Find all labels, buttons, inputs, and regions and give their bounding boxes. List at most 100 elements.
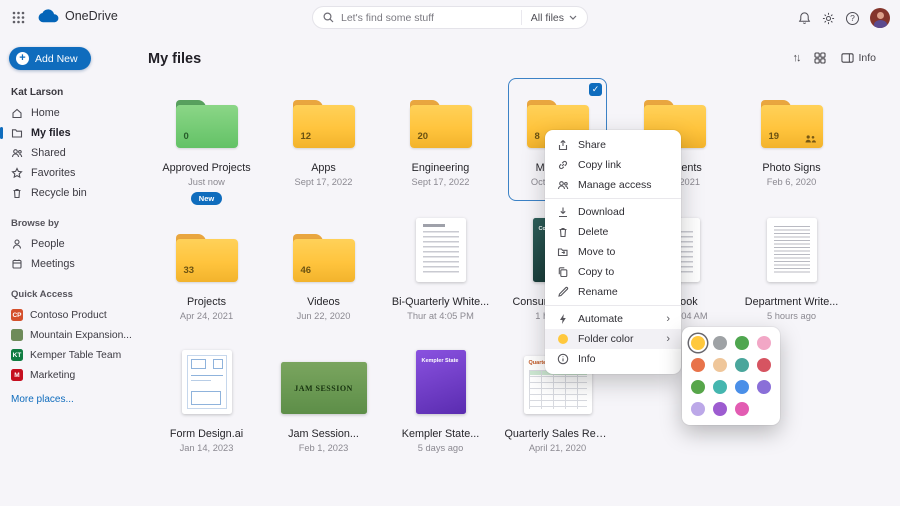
file-name: Apps xyxy=(311,162,336,174)
quick-item-mountain-expansion[interactable]: Mountain Expansion... xyxy=(0,325,146,345)
folder-item-count: 19 xyxy=(769,131,780,142)
file-name: Approved Projects xyxy=(162,162,250,174)
view-grid-button[interactable] xyxy=(814,52,826,64)
tile-apps[interactable]: 12 Apps Sept 17, 2022 xyxy=(265,76,382,210)
folder-icon: 46 xyxy=(293,234,355,282)
menu-item-download[interactable]: Download xyxy=(545,202,681,222)
trash-icon xyxy=(11,187,23,199)
sort-button[interactable]: ↑↓ xyxy=(792,52,799,64)
folder-color-swatch-icon xyxy=(556,334,569,344)
menu-item-move-to[interactable]: Move to xyxy=(545,242,681,262)
sidebar-item-label: My files xyxy=(31,127,71,139)
search-scope-dropdown[interactable]: All files xyxy=(521,10,577,25)
folder-icon: 12 xyxy=(293,100,355,148)
site-badge: M xyxy=(11,369,23,381)
menu-item-share[interactable]: Share xyxy=(545,135,681,155)
menu-item-label: Share xyxy=(578,139,606,151)
app-launcher-icon[interactable] xyxy=(12,11,25,24)
quick-item-kemper-table-team[interactable]: KT Kemper Table Team xyxy=(0,345,146,365)
tile-department-writeup[interactable]: Department Write... 5 hours ago xyxy=(733,210,850,338)
sidebar-item-people[interactable]: People xyxy=(0,234,146,254)
tile-photo-signs[interactable]: 19 Photo Signs Feb 6, 2020 xyxy=(733,76,850,210)
quick-item-contoso-product[interactable]: CP Contoso Product xyxy=(0,305,146,325)
menu-item-info[interactable]: Info xyxy=(545,349,681,369)
sidebar-item-recycle-bin[interactable]: Recycle bin xyxy=(0,183,146,203)
tile-form-design[interactable]: Form Design.ai Jan 14, 2023 xyxy=(148,338,265,453)
color-swatch-purple[interactable] xyxy=(757,380,771,394)
menu-divider xyxy=(545,198,681,199)
tile-videos[interactable]: 46 Videos Jun 22, 2020 xyxy=(265,210,382,338)
quick-access-header: Quick Access xyxy=(0,289,146,300)
search-placeholder: Let's find some stuff xyxy=(341,12,521,24)
color-swatch-violet[interactable] xyxy=(713,402,727,416)
onedrive-window: OneDrive Let's find some stuff All files xyxy=(0,0,900,506)
download-icon xyxy=(556,206,569,218)
selection-checkbox[interactable]: ✓ xyxy=(589,83,602,96)
color-swatch-cyan[interactable] xyxy=(713,380,727,394)
file-date: Feb 1, 2023 xyxy=(299,443,349,453)
color-swatch-blue[interactable] xyxy=(735,380,749,394)
tile-kempler-state[interactable]: Kempler State Kempler State... 5 days ag… xyxy=(382,338,499,453)
color-swatch-yellow[interactable] xyxy=(691,336,705,350)
site-badge: KT xyxy=(11,349,23,361)
sidebar-item-favorites[interactable]: Favorites xyxy=(0,163,146,183)
quick-item-label: Kemper Table Team xyxy=(30,350,121,361)
tile-engineering[interactable]: 20 Engineering Sept 17, 2022 xyxy=(382,76,499,210)
sidebar-item-label: Favorites xyxy=(31,167,75,179)
color-swatch-lavender[interactable] xyxy=(691,402,705,416)
user-avatar[interactable] xyxy=(870,8,890,28)
add-new-button[interactable]: + Add New xyxy=(9,47,91,70)
menu-divider xyxy=(545,305,681,306)
menu-item-copy-to[interactable]: Copy to xyxy=(545,262,681,282)
help-icon[interactable]: ? xyxy=(846,12,859,25)
folder-icon: 0 xyxy=(176,100,238,148)
color-swatch-green[interactable] xyxy=(735,336,749,350)
menu-item-folder-color[interactable]: Folder color › xyxy=(545,329,681,349)
sidebar-item-my-files[interactable]: My files xyxy=(0,123,146,143)
menu-item-label: Info xyxy=(578,353,596,365)
sidebar-item-home[interactable]: Home xyxy=(0,103,146,123)
user-name-label: Kat Larson xyxy=(11,87,63,98)
file-name: Videos xyxy=(307,296,340,308)
search-input[interactable]: Let's find some stuff All files xyxy=(312,6,588,29)
folder-icon xyxy=(11,127,23,139)
more-places-link[interactable]: More places... xyxy=(0,394,146,405)
file-date: 5 hours ago xyxy=(767,311,816,321)
tile-approved-projects[interactable]: 0 Approved Projects Just now New xyxy=(148,76,265,210)
menu-item-label: Copy to xyxy=(578,266,614,278)
folder-icon: 20 xyxy=(410,100,472,148)
quick-item-marketing[interactable]: M Marketing xyxy=(0,365,146,385)
site-badge xyxy=(11,329,23,341)
settings-gear-icon[interactable] xyxy=(822,12,835,25)
info-pane-button[interactable]: Info xyxy=(841,52,876,64)
color-swatch-orange[interactable] xyxy=(691,358,705,372)
color-swatch-teal[interactable] xyxy=(735,358,749,372)
tile-bi-quarterly-whitepaper[interactable]: Bi-Quarterly White... Thur at 4:05 PM xyxy=(382,210,499,338)
color-swatch-pink[interactable] xyxy=(757,336,771,350)
file-name: Kempler State... xyxy=(402,428,479,440)
color-swatch-red[interactable] xyxy=(757,358,771,372)
menu-item-copy-link[interactable]: Copy link xyxy=(545,155,681,175)
menu-item-delete[interactable]: Delete xyxy=(545,222,681,242)
menu-item-automate[interactable]: Automate › xyxy=(545,309,681,329)
sidebar-item-meetings[interactable]: Meetings xyxy=(0,254,146,274)
menu-item-label: Manage access xyxy=(578,179,652,191)
app-name: OneDrive xyxy=(65,9,118,23)
color-swatch-gray[interactable] xyxy=(713,336,727,350)
notifications-bell-icon[interactable] xyxy=(798,11,811,25)
move-folder-icon xyxy=(556,246,569,258)
color-swatch-magenta[interactable] xyxy=(735,402,749,416)
menu-item-manage-access[interactable]: Manage access xyxy=(545,175,681,195)
tile-projects[interactable]: 33 Projects Apr 24, 2021 xyxy=(148,210,265,338)
sidebar-item-shared[interactable]: Shared xyxy=(0,143,146,163)
menu-item-label: Rename xyxy=(578,286,618,298)
color-swatch-light-green[interactable] xyxy=(691,380,705,394)
menu-item-label: Download xyxy=(578,206,625,218)
tile-jam-session[interactable]: JAM SESSION Jam Session... Feb 1, 2023 xyxy=(265,338,382,453)
menu-item-rename[interactable]: Rename xyxy=(545,282,681,302)
folder-item-count: 8 xyxy=(535,131,540,142)
onedrive-logo[interactable]: OneDrive xyxy=(37,8,118,23)
color-swatch-peach[interactable] xyxy=(713,358,727,372)
shared-people-icon xyxy=(805,135,816,143)
folder-item-count: 46 xyxy=(301,265,312,276)
